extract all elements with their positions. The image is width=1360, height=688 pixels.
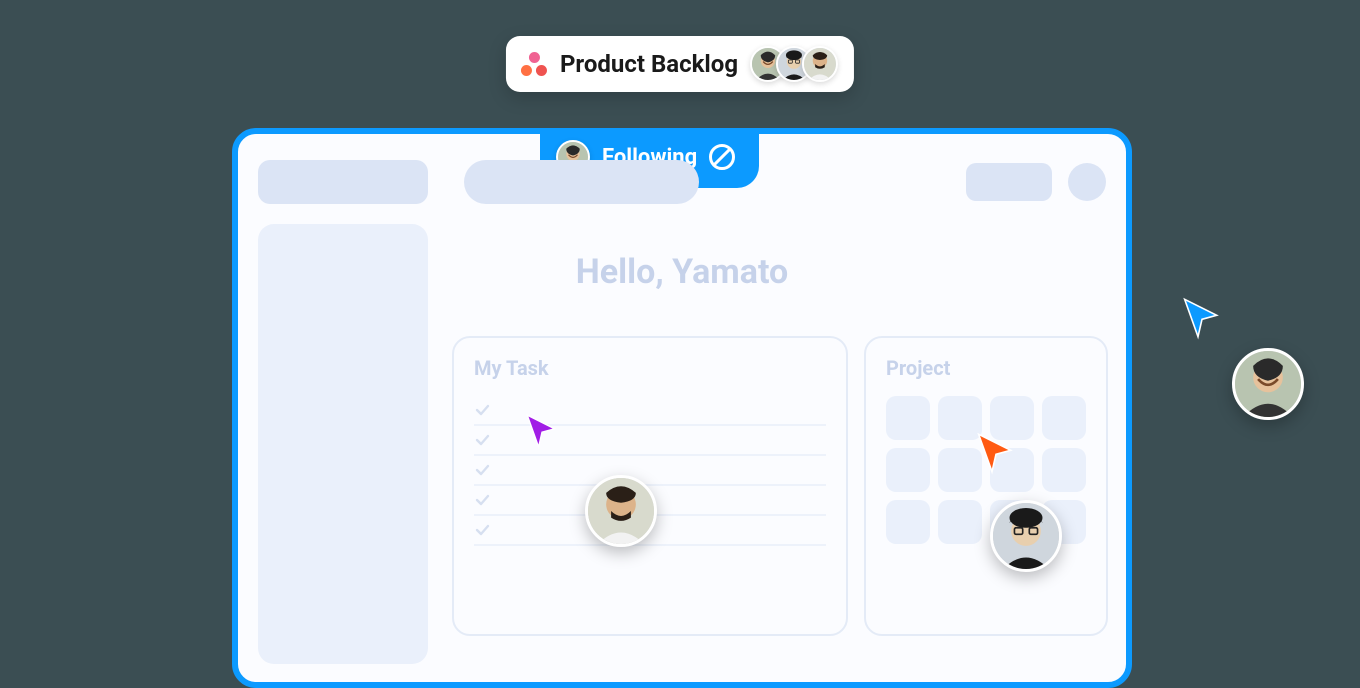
remote-cursor-orange [976,431,1016,475]
presence-avatar[interactable] [1232,348,1304,420]
check-icon [474,522,490,538]
app-window: Following Hello, Yamato My Task Project [232,128,1132,688]
project-tile[interactable] [938,500,982,544]
project-tile[interactable] [886,500,930,544]
project-tile[interactable] [886,448,930,492]
task-row[interactable] [474,456,826,486]
remote-cursor-blue [1182,296,1222,340]
remote-cursor-purple [525,412,559,450]
my-task-title: My Task [474,356,826,380]
check-icon [474,432,490,448]
project-name: Product Backlog [560,50,738,78]
search-bar-placeholder[interactable] [464,160,699,204]
app-header [258,158,1106,206]
check-icon [474,462,490,478]
asana-logo-icon [520,50,548,78]
project-tile[interactable] [1042,396,1086,440]
my-task-panel: My Task [452,336,848,636]
member-avatar-stack[interactable] [750,46,838,82]
avatar[interactable] [802,46,838,82]
header-placeholder-left [258,160,428,204]
project-panel: Project [864,336,1108,636]
check-icon [474,402,490,418]
project-header-pill[interactable]: Product Backlog [506,36,854,92]
presence-avatar[interactable] [990,500,1062,572]
project-title: Project [886,356,1086,380]
project-tile[interactable] [886,396,930,440]
header-button-placeholder[interactable] [966,163,1052,201]
check-icon [474,492,490,508]
header-avatar-placeholder[interactable] [1068,163,1106,201]
project-tile[interactable] [1042,448,1086,492]
presence-avatar[interactable] [585,475,657,547]
greeting-text: Hello, Yamato [238,252,1126,292]
